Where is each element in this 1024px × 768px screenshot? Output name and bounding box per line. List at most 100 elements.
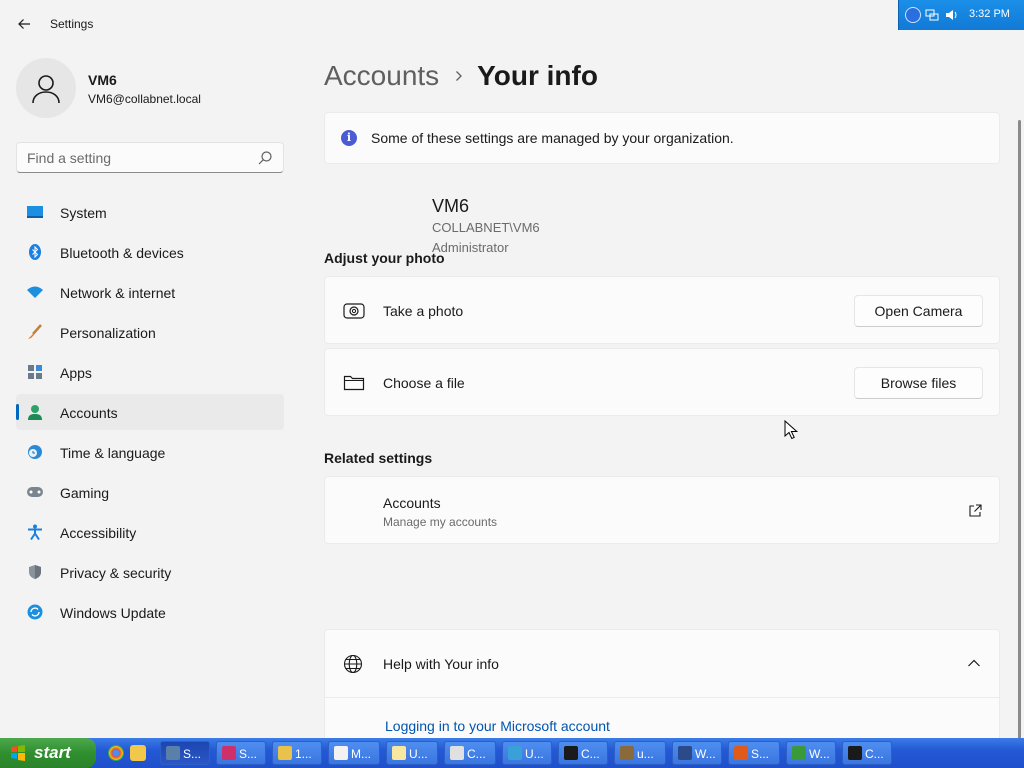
sidebar-item-gaming[interactable]: Gaming [16,474,284,510]
folder-icon [343,375,365,391]
person-icon [32,75,60,104]
user-name: VM6 [432,196,470,216]
sidebar-item-label: Network & internet [60,285,176,301]
sidebar-item-label: Windows Update [60,605,166,621]
app-icon [508,746,522,760]
taskbar-button-label: U... [525,747,544,761]
taskbar-button-label: S... [183,747,202,761]
app-icon [792,746,806,760]
app-icon [564,746,578,760]
help-expander[interactable]: Help with Your info [325,630,999,698]
clock-globe-icon [26,444,44,460]
sidebar-item-system[interactable]: System [16,194,284,230]
taskbar-button[interactable]: S... [728,741,780,765]
related-settings-heading: Related settings [324,450,433,466]
taskbar-button-label: 1... [295,747,312,761]
system-tray: 3:32 PM [898,0,1024,30]
breadcrumb-parent[interactable]: Accounts [324,60,439,92]
chrome-icon[interactable] [108,745,124,761]
sidebar-item-label: Gaming [60,485,110,501]
volume-icon[interactable] [945,8,959,22]
accessibility-icon [26,524,44,540]
taskbar-button-label: W... [809,747,830,761]
sidebar-item-privacy-security[interactable]: Privacy & security [16,554,284,590]
taskbar-button[interactable]: S... [160,741,210,765]
taskbar-button[interactable]: U... [386,741,438,765]
related-accounts-subtitle: Manage my accounts [383,515,498,529]
title-bar: Settings [0,0,1024,48]
sidebar-item-accessibility[interactable]: Accessibility [16,514,284,550]
accounts-icon [26,404,44,420]
wifi-icon [26,284,44,300]
chevron-right-icon [455,70,463,82]
sidebar-item-bluetooth[interactable]: Bluetooth & devices [16,234,284,270]
taskbar-button[interactable]: C... [444,741,496,765]
sidebar-item-accounts[interactable]: Accounts [16,394,284,430]
open-camera-button[interactable]: Open Camera [854,295,983,327]
help-link-microsoft-account[interactable]: Logging in to your Microsoft account [385,718,610,734]
taskbar-button[interactable]: 1... [272,741,322,765]
sidebar-item-label: Accounts [60,405,118,421]
app-icon [848,746,862,760]
network-icon[interactable] [925,8,939,22]
app-icon [734,746,748,760]
show-hidden-icons-button[interactable] [905,7,921,23]
app-icon [392,746,406,760]
taskbar-button-label: u... [637,747,654,761]
shield-icon [26,564,44,580]
taskbar-button-label: S... [239,747,258,761]
back-button[interactable] [10,10,38,38]
sidebar-nav: System Bluetooth & devices Network & int… [16,194,284,634]
sidebar-item-label: Time & language [60,445,166,461]
start-button[interactable]: start [0,738,96,768]
sidebar-item-network[interactable]: Network & internet [16,274,284,310]
browse-files-button[interactable]: Browse files [854,367,983,399]
taskbar-button[interactable]: C... [842,741,892,765]
avatar[interactable] [16,58,76,118]
breadcrumb: Accounts Your info [324,58,598,94]
sidebar-item-time-language[interactable]: Time & language [16,434,284,470]
start-label: start [34,743,71,762]
search-box[interactable] [16,142,284,173]
brush-icon [26,324,44,340]
org-notice-text: Some of these settings are managed by yo… [371,130,734,146]
app-icon [450,746,464,760]
bluetooth-icon [26,244,44,260]
taskbar-button-label: U... [409,747,428,761]
sidebar-item-label: Privacy & security [60,565,172,581]
taskbar-button[interactable]: U... [502,741,552,765]
search-input[interactable] [27,149,247,167]
globe-icon [343,654,363,674]
taskbar-button-label: C... [865,747,884,761]
choose-file-row: Choose a file Browse files [324,348,1000,416]
taskbar-button[interactable]: M... [328,741,380,765]
external-link-icon [969,504,982,517]
camera-icon [343,303,365,319]
taskbar-button-label: C... [467,747,486,761]
app-icon [334,746,348,760]
scrollbar[interactable] [1018,120,1021,740]
folder-icon[interactable] [130,745,146,761]
sidebar-item-apps[interactable]: Apps [16,354,284,390]
taskbar-button[interactable]: u... [614,741,666,765]
search-icon[interactable] [257,150,273,166]
sidebar-item-label: Apps [60,365,92,381]
info-icon: i [341,130,357,146]
related-accounts-link[interactable]: Accounts Manage my accounts [324,476,1000,544]
choose-file-label: Choose a file [383,375,465,391]
profile-name: VM6 [88,72,117,88]
taskbar-button[interactable]: W... [672,741,722,765]
mouse-cursor-icon [784,420,798,440]
taskbar-button-label: C... [581,747,600,761]
adjust-photo-heading: Adjust your photo [324,250,445,266]
help-card: Help with Your info Logging in to your M… [324,629,1000,749]
clock: 3:32 PM [969,8,1010,20]
sidebar-item-personalization[interactable]: Personalization [16,314,284,350]
taskbar-button-label: S... [751,747,770,761]
taskbar-button[interactable]: S... [216,741,266,765]
profile-header: VM6 VM6@collabnet.local [16,58,286,118]
taskbar-button[interactable]: C... [558,741,608,765]
update-icon [26,604,44,620]
sidebar-item-windows-update[interactable]: Windows Update [16,594,284,630]
taskbar-button[interactable]: W... [786,741,836,765]
